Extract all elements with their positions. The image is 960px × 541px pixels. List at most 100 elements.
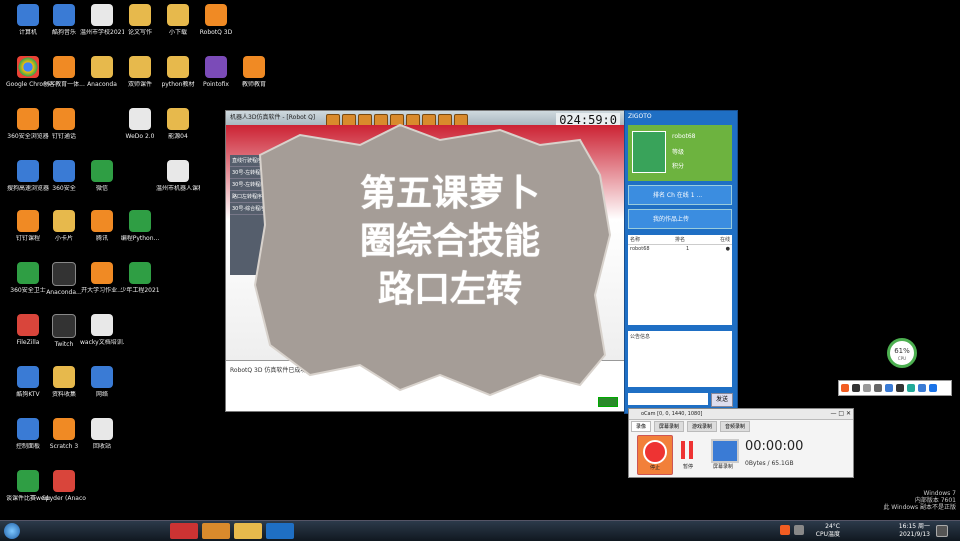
taskbar-ppt-icon[interactable] — [202, 523, 230, 539]
doc-icon — [91, 314, 113, 336]
app-icon — [17, 210, 39, 232]
twitch-icon — [52, 314, 76, 338]
kugou-icon — [53, 4, 75, 26]
cpu-gauge[interactable]: 61% CPU — [887, 338, 917, 368]
user-card: robot68 等级 积分 — [628, 125, 732, 181]
ocam-tabs: 录像 屏幕录制 游戏录制 音频录制 — [631, 421, 751, 432]
row-name: robot68 — [630, 246, 650, 252]
overlay-line-2: 圈综合技能 — [359, 221, 540, 262]
robotq-icon — [205, 4, 227, 26]
list-item[interactable]: robot68 1 ● — [628, 245, 732, 253]
wechat-icon — [91, 160, 113, 182]
wedo-icon — [129, 108, 151, 130]
ocam-title-text: oCam [0, 0, 1440, 1080] — [641, 411, 703, 417]
pause-icon[interactable] — [681, 441, 693, 459]
computer-icon — [17, 4, 39, 26]
watermark-line-1: Windows 7 — [923, 490, 956, 497]
message-input[interactable] — [628, 393, 708, 405]
record-time: 00:00:00 — [745, 439, 804, 454]
desktop-icon[interactable]: 温州市机器人课程... — [156, 160, 200, 192]
keyboard-icon[interactable] — [896, 384, 904, 392]
tools-icon[interactable] — [929, 384, 937, 392]
desktop-icon[interactable]: 网络 — [80, 366, 124, 398]
desktop-icon-label: 少年工程2021 — [120, 287, 160, 294]
desktop-icon[interactable]: 钉钉通话 — [42, 108, 86, 140]
taskbar-explorer-icon[interactable] — [234, 523, 262, 539]
ocam-title: oCam [0, 0, 1440, 1080] — □ ✕ — [629, 409, 853, 420]
col-online: 在线 — [719, 237, 730, 243]
android-avatar-icon — [632, 131, 666, 173]
tab-game[interactable]: 游戏录制 — [687, 421, 718, 432]
watermark-line-2: 内部版本 7601 — [914, 497, 956, 504]
tray-clock[interactable]: 16:15 周一 2021/9/13 — [899, 523, 930, 539]
punctuation-icon[interactable] — [874, 384, 882, 392]
desktop-icon[interactable]: 编程Python... — [118, 210, 162, 242]
rank-button[interactable]: 排名 Ch 在线 1 ... — [628, 185, 732, 205]
list-header: 名称 排名 在线 — [628, 235, 732, 245]
desktop-icon[interactable]: 回收站 — [80, 418, 124, 450]
overlay-title: 第五课萝卜 圈综合技能 路口左转 — [300, 170, 600, 314]
folder-icon — [129, 4, 151, 26]
doc-icon — [167, 160, 189, 182]
clock-time: 16:15 周一 — [898, 523, 930, 530]
folder-icon — [167, 56, 189, 78]
send-button[interactable]: 发送 — [711, 393, 733, 407]
app-icon — [53, 108, 75, 130]
desktop-icon-label: 钉钉通话 — [51, 133, 76, 140]
skin-icon[interactable] — [907, 384, 915, 392]
col-name: 名称 — [630, 237, 641, 243]
360-icon — [53, 160, 75, 182]
taskbar-qq-icon[interactable] — [170, 523, 198, 539]
tab-record[interactable]: 录像 — [631, 421, 652, 432]
tray-weather[interactable]: 24°C CPU温度 — [816, 523, 840, 539]
desktop-icon[interactable]: wacky文档培训... — [80, 314, 124, 346]
row-rank: 1 — [686, 246, 690, 252]
moon-icon[interactable] — [863, 384, 871, 392]
desktop-icon[interactable]: 能源04 — [156, 108, 200, 140]
clock-date: 2021/9/13 — [899, 531, 930, 538]
gauge-percent: 61% — [894, 347, 910, 355]
upload-button[interactable]: 我的作品上传 — [628, 209, 732, 229]
notice-box[interactable]: 公告信息 — [628, 331, 732, 387]
desktop-icon[interactable]: RobotQ 3D — [194, 4, 238, 36]
shirt-icon[interactable] — [918, 384, 926, 392]
mic-icon[interactable] — [885, 384, 893, 392]
recycle-bin-icon — [91, 418, 113, 440]
col-rank: 排名 — [674, 237, 685, 243]
stop-button[interactable]: 停止 — [637, 435, 673, 475]
control-panel-icon — [17, 418, 39, 440]
sogou-icon[interactable] — [841, 384, 849, 392]
pdf-icon — [129, 210, 151, 232]
desktop-icon[interactable]: 教师教育 — [232, 56, 276, 88]
user-list[interactable]: 名称 排名 在线 robot68 1 ● — [628, 235, 732, 325]
box-icon — [91, 56, 113, 78]
chat-title: ZIGOTO — [628, 113, 652, 120]
ime-toolbar[interactable] — [838, 380, 952, 396]
taskbar-robotq-icon[interactable] — [266, 523, 294, 539]
ocam-window[interactable]: oCam [0, 0, 1440, 1080] — □ ✕ 录像 屏幕录制 游戏… — [628, 408, 854, 478]
desktop-icon-label: Spyder (Anaconda) — [42, 495, 86, 502]
monitor-icon[interactable] — [711, 439, 739, 463]
book-icon — [17, 470, 39, 492]
pause-label: 暂停 — [682, 464, 693, 470]
desktop-icon-label: 温州市机器人课程... — [156, 185, 200, 192]
start-button[interactable] — [4, 523, 20, 539]
desktop-icon[interactable]: 少年工程2021 — [118, 262, 162, 294]
chat-window[interactable]: ZIGOTO robot68 等级 积分 排名 Ch 在线 1 ... 我的作品… — [624, 110, 738, 414]
tray-sogou-icon[interactable] — [780, 525, 790, 535]
desktop-icon-label: 网络 — [95, 391, 108, 398]
window-controls-icon[interactable]: — □ ✕ — [830, 409, 851, 419]
tab-screen[interactable]: 屏幕录制 — [654, 421, 685, 432]
notification-icon[interactable] — [936, 525, 948, 537]
tab-audio[interactable]: 音频录制 — [720, 421, 751, 432]
desktop-icon[interactable]: 微信 — [80, 160, 124, 192]
spyder-icon — [53, 470, 75, 492]
chrome-icon — [17, 56, 39, 78]
desktop-icon-label: wacky文档培训... — [80, 339, 124, 346]
desktop-icon[interactable]: Spyder (Anaconda) — [42, 470, 86, 502]
scratch-icon — [53, 418, 75, 440]
tray-network-icon[interactable] — [794, 525, 804, 535]
filezilla-icon — [17, 314, 39, 336]
chinese-mode-icon[interactable] — [852, 384, 860, 392]
user-level: 等级 — [672, 149, 685, 156]
